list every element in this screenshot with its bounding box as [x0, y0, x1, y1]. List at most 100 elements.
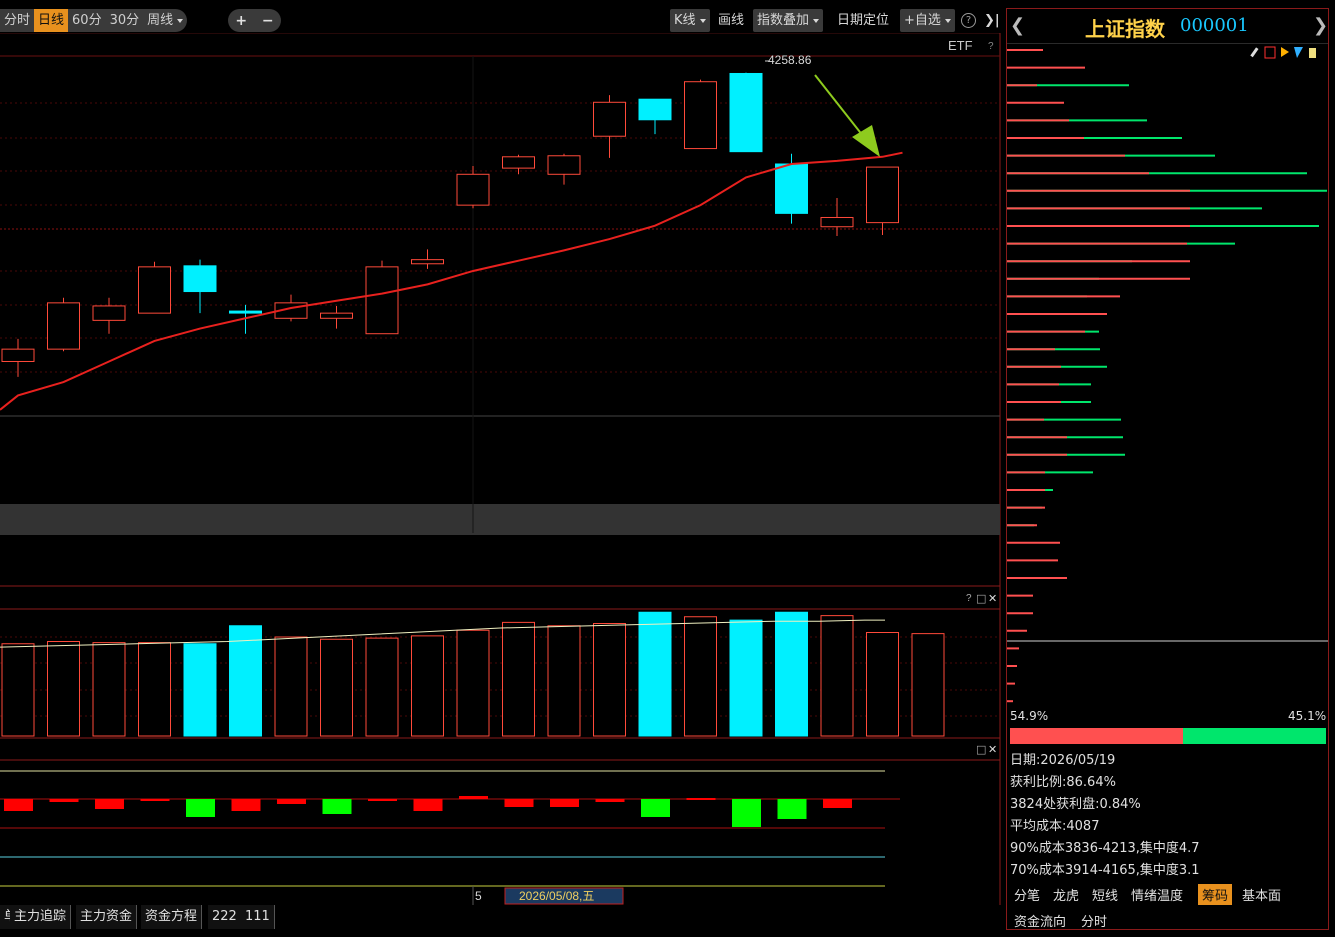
filter-icon[interactable]: [1294, 47, 1303, 58]
period-30min[interactable]: 30分: [106, 9, 144, 32]
profit-percentage: 54.9%: [1010, 709, 1049, 723]
volume-bar: [866, 632, 899, 737]
candle-body: [320, 312, 353, 319]
volume-help-icon[interactable]: ?: [966, 593, 972, 604]
period-60min[interactable]: 60分: [68, 9, 106, 32]
list-icon[interactable]: [1264, 46, 1276, 59]
volume-maximize-icon[interactable]: □: [976, 592, 986, 605]
period-selector: 分时 日线 60分 30分 周线: [0, 9, 188, 32]
flow-maximize-icon[interactable]: □: [976, 743, 986, 756]
flow-bar: [231, 799, 261, 811]
chevron-down-icon: [177, 18, 184, 23]
flow-close-icon[interactable]: ✕: [988, 743, 997, 756]
candle-body: [729, 72, 763, 153]
candle-body: [775, 163, 808, 214]
candle-body: [47, 302, 80, 350]
volume-bar: [547, 625, 581, 737]
flow-bar: [459, 796, 488, 799]
main-chart[interactable]: ETF ? 4258.86 ? □ ✕ □ ✕ 5 2026/05/08,五: [0, 33, 1002, 905]
flow-bar: [732, 799, 761, 827]
flow-bar: [777, 799, 807, 819]
bottom-tab-main-funds[interactable]: 主力资金: [76, 905, 138, 929]
tab-ticks[interactable]: 分笔: [1010, 884, 1044, 905]
period-daily[interactable]: 日线: [34, 9, 69, 32]
cost-90-percent: 90%成本3836-4213,集中度4.7: [1010, 841, 1200, 856]
volume-bar: [638, 611, 672, 737]
high-price-label: 4258.86: [768, 53, 812, 67]
tab-fundamentals[interactable]: 基本面: [1238, 884, 1285, 905]
candle-body: [502, 156, 535, 169]
tab-dragon-tiger[interactable]: 龙虎: [1049, 884, 1083, 905]
tab-sentiment[interactable]: 情绪温度: [1127, 884, 1187, 905]
pencil-icon[interactable]: [1250, 47, 1259, 58]
candle-body: [456, 173, 490, 206]
candle-body: [638, 98, 672, 121]
tab-chips[interactable]: 筹码: [1198, 884, 1233, 905]
flow-bar: [322, 799, 352, 814]
chip-date: 日期:2026/05/19: [1010, 753, 1116, 768]
chart-background: [0, 33, 1002, 905]
separator-band: [0, 504, 1000, 535]
flow-bar: [49, 799, 79, 802]
kline-type-label: K线: [674, 13, 696, 28]
candle-body: [92, 305, 126, 321]
security-header: ❮ 上证指数 000001 ❯: [1007, 9, 1328, 43]
date-locate-button[interactable]: 日期定位: [833, 9, 893, 32]
candle-body: [866, 166, 899, 224]
period-weekly-dropdown[interactable]: 周线: [143, 9, 187, 32]
flow-bar: [413, 799, 443, 811]
candle-body: [547, 155, 581, 175]
zoom-in-button[interactable]: +: [235, 13, 247, 29]
chip-distribution-panel: ❮ 上证指数 000001 ❯ 54.9% 45.1% 日期:2026/05/1…: [1006, 8, 1329, 930]
prev-security-icon[interactable]: ❮: [1010, 15, 1025, 36]
cursor-date-label: 2026/05/08,五: [519, 889, 594, 903]
note-icon[interactable]: [1309, 48, 1316, 58]
volume-bar: [911, 633, 945, 737]
etf-help-icon[interactable]: ?: [988, 41, 994, 52]
cost-70-percent: 70%成本3914-4165,集中度3.1: [1010, 863, 1200, 878]
add-watchlist-dropdown[interactable]: +自选: [900, 9, 955, 32]
bottom-tab-main-tracking[interactable]: 主力追踪: [10, 905, 72, 929]
collapse-panel-icon[interactable]: ❯|: [980, 9, 1004, 32]
draw-line-button[interactable]: 画线: [714, 9, 748, 32]
volume-bar: [684, 616, 717, 737]
security-code: 000001: [1180, 15, 1249, 36]
candle-body: [229, 310, 262, 314]
bottom-tab-fund-equation[interactable]: 资金方程: [141, 905, 203, 929]
zoom-controls: + −: [228, 9, 281, 32]
index-overlay-dropdown[interactable]: 指数叠加: [753, 9, 824, 32]
volume-bar: [1, 643, 35, 737]
candle-body: [1, 348, 35, 362]
tab-intraday[interactable]: 分时: [1077, 910, 1111, 931]
tab-fund-flow[interactable]: 资金流向: [1010, 910, 1070, 931]
next-security-icon[interactable]: ❯: [1313, 15, 1328, 36]
zoom-out-button[interactable]: −: [262, 13, 274, 29]
volume-bar: [229, 625, 262, 737]
flow-bar: [186, 799, 215, 817]
candle-body: [138, 266, 171, 314]
bottom-tab-111[interactable]: 111: [241, 905, 275, 929]
flag-icon[interactable]: [1281, 47, 1289, 57]
chip-profile-chart: [1007, 43, 1328, 703]
volume-bar: [320, 638, 353, 737]
chevron-down-icon: [699, 18, 706, 23]
candle-body: [593, 101, 626, 137]
kline-type-dropdown[interactable]: K线: [670, 9, 710, 32]
volume-bar: [775, 611, 808, 737]
profit-bar-fill: [1010, 728, 1184, 744]
bottom-tab-222[interactable]: 222: [208, 905, 242, 929]
tab-short-term[interactable]: 短线: [1088, 884, 1122, 905]
volume-close-icon[interactable]: ✕: [988, 592, 997, 605]
help-icon[interactable]: ?: [961, 13, 976, 28]
flow-bar: [368, 799, 397, 801]
volume-bar: [820, 615, 854, 737]
chip-profile-bars: [1007, 49, 1327, 703]
candle-body: [365, 266, 399, 335]
period-weekly-label: 周线: [147, 13, 174, 28]
flow-bar: [95, 799, 124, 809]
period-intraday[interactable]: 分时: [0, 9, 34, 32]
candle-body: [183, 265, 217, 293]
volume-bar: [92, 642, 126, 737]
volume-bar: [274, 636, 308, 737]
volume-bar: [502, 621, 535, 737]
